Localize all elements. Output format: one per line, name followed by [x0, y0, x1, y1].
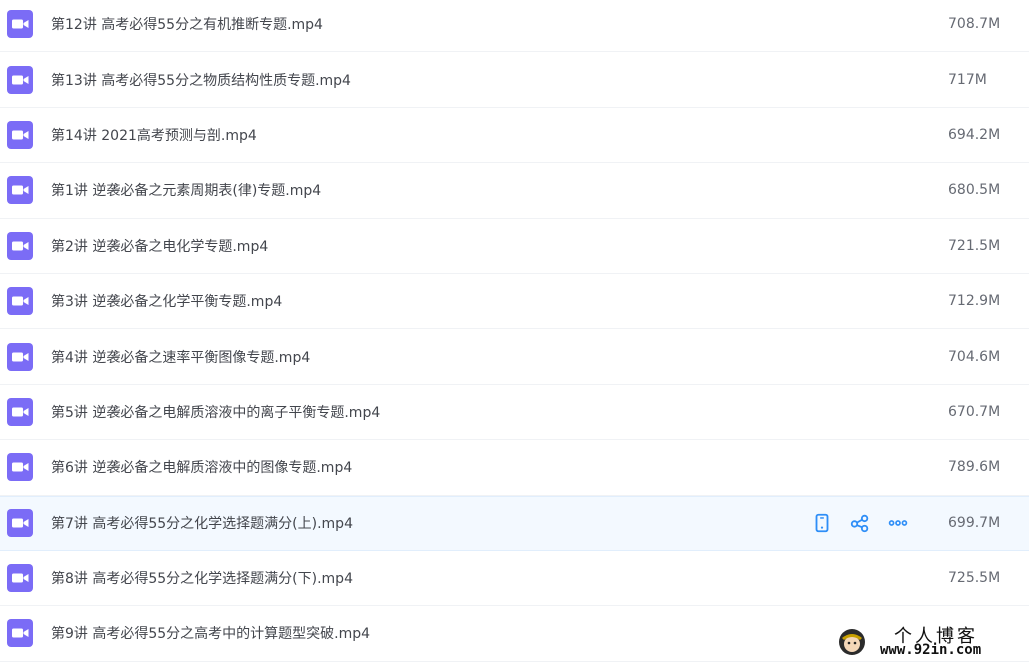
file-name[interactable]: 第4讲 逆袭必备之速率平衡图像专题.mp4: [51, 347, 310, 367]
video-file-icon: [7, 509, 33, 538]
video-file-icon: [7, 342, 33, 371]
file-size: 699.7M: [948, 515, 1001, 532]
file-name[interactable]: 第9讲 高考必得55分之高考中的计算题型突破.mp4: [51, 623, 370, 643]
file-row[interactable]: 第12讲 高考必得55分之有机推断专题.mp4 708.7M: [0, 0, 1029, 53]
file-name[interactable]: 第1讲 逆袭必备之元素周期表(律)专题.mp4: [51, 180, 321, 200]
more-button[interactable]: [886, 511, 910, 535]
file-name[interactable]: 第7讲 高考必得55分之化学选择题满分(上).mp4: [51, 513, 353, 533]
file-size: 708.7M: [948, 16, 1001, 33]
file-name[interactable]: 第6讲 逆袭必备之电解质溶液中的图像专题.mp4: [51, 457, 352, 477]
video-file-icon: [7, 65, 33, 94]
file-size: 717M: [948, 71, 987, 88]
row-actions: [810, 511, 910, 535]
file-row[interactable]: 第2讲 逆袭必备之电化学专题.mp4 721.5M: [0, 219, 1029, 274]
send-to-phone-button[interactable]: [810, 511, 834, 535]
file-size: 721.5M: [948, 237, 1001, 254]
file-size: 725.5M: [948, 570, 1001, 587]
file-name[interactable]: 第13讲 高考必得55分之物质结构性质专题.mp4: [51, 70, 351, 90]
file-row[interactable]: 第8讲 高考必得55分之化学选择题满分(下).mp4 725.5M: [0, 551, 1029, 607]
file-size: 694.2M: [948, 126, 1001, 143]
watermark: 个人博客 www.92in.com: [832, 620, 1029, 664]
file-row[interactable]: 第4讲 逆袭必备之速率平衡图像专题.mp4 704.6M: [0, 329, 1029, 385]
file-size: 712.9M: [948, 293, 1001, 310]
file-size: 680.5M: [948, 182, 1001, 199]
video-file-icon: [7, 10, 33, 39]
file-size: 789.6M: [948, 459, 1001, 476]
video-file-icon: [7, 231, 33, 260]
video-file-icon: [7, 453, 33, 482]
video-file-icon: [7, 564, 33, 593]
file-name[interactable]: 第2讲 逆袭必备之电化学专题.mp4: [51, 236, 268, 256]
file-row[interactable]: 第6讲 逆袭必备之电解质溶液中的图像专题.mp4 789.6M: [0, 440, 1029, 496]
file-name[interactable]: 第3讲 逆袭必备之化学平衡专题.mp4: [51, 291, 282, 311]
file-row[interactable]: 第13讲 高考必得55分之物质结构性质专题.mp4 717M: [0, 52, 1029, 108]
file-name[interactable]: 第5讲 逆袭必备之电解质溶液中的离子平衡专题.mp4: [51, 402, 380, 422]
watermark-avatar-icon: [839, 629, 865, 655]
file-size: 670.7M: [948, 403, 1001, 420]
file-row[interactable]: 第14讲 2021高考预测与剖.mp4 694.2M: [0, 108, 1029, 164]
file-row[interactable]: 第5讲 逆袭必备之电解质溶液中的离子平衡专题.mp4 670.7M: [0, 385, 1029, 441]
watermark-url: www.92in.com: [880, 642, 982, 658]
share-button[interactable]: [848, 511, 872, 535]
video-file-icon: [7, 619, 33, 648]
file-size: 704.6M: [948, 348, 1001, 365]
more-icon: [887, 512, 909, 534]
phone-icon: [811, 512, 833, 534]
file-name[interactable]: 第14讲 2021高考预测与剖.mp4: [51, 125, 257, 145]
share-icon: [849, 512, 871, 534]
file-name[interactable]: 第12讲 高考必得55分之有机推断专题.mp4: [51, 14, 323, 34]
video-file-icon: [7, 120, 33, 149]
file-list: 第12讲 高考必得55分之有机推断专题.mp4 708.7M 第13讲 高考必得55…: [0, 0, 1029, 662]
video-file-icon: [7, 397, 33, 426]
file-name[interactable]: 第8讲 高考必得55分之化学选择题满分(下).mp4: [51, 568, 353, 588]
video-file-icon: [7, 287, 33, 316]
video-file-icon: [7, 176, 33, 205]
file-row[interactable]: 第3讲 逆袭必备之化学平衡专题.mp4 712.9M: [0, 274, 1029, 330]
file-row[interactable]: 第7讲 高考必得55分之化学选择题满分(上).mp4 699.7M: [0, 495, 1029, 551]
file-row[interactable]: 第1讲 逆袭必备之元素周期表(律)专题.mp4 680.5M: [0, 163, 1029, 219]
